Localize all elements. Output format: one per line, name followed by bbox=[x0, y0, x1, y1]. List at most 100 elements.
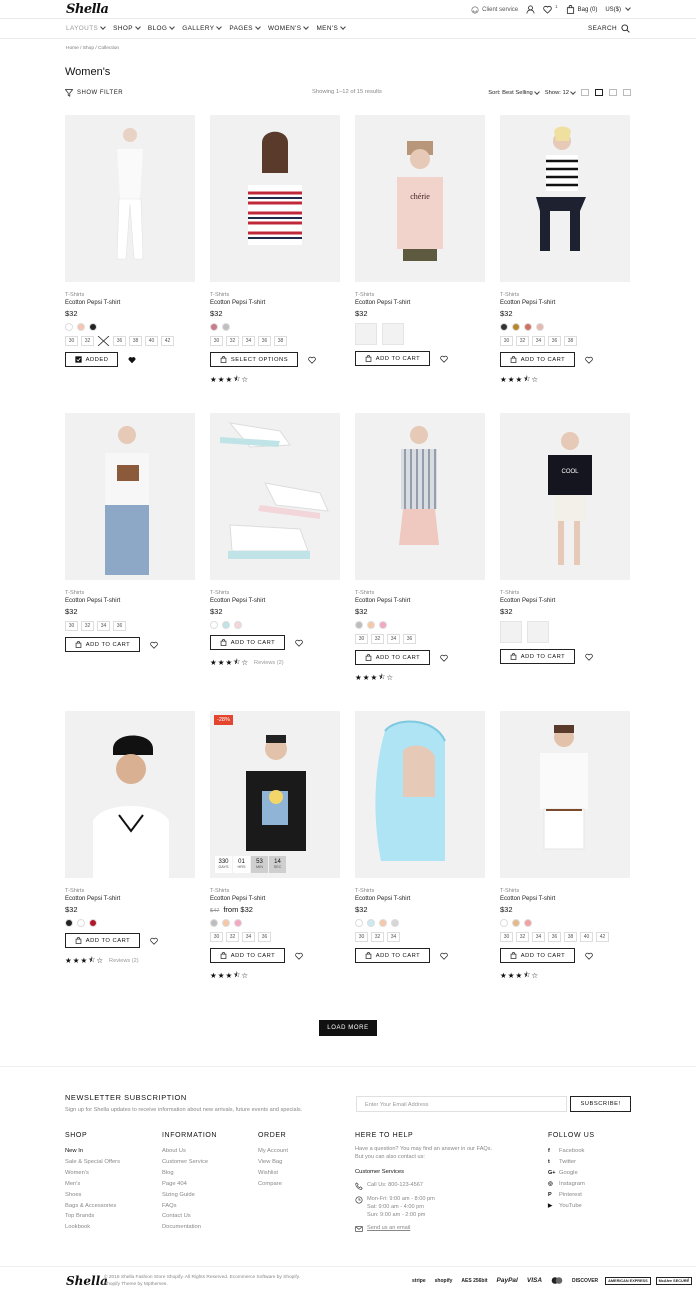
social-link-facebook[interactable]: f Facebook bbox=[548, 1146, 595, 1157]
color-swatch[interactable] bbox=[367, 621, 375, 629]
product-name[interactable]: Ecotton Pepsi T-shirt bbox=[65, 300, 195, 306]
size-option[interactable]: 30 bbox=[210, 932, 223, 942]
product-image[interactable] bbox=[500, 711, 630, 878]
newsletter-email-input[interactable]: Enter Your Email Address bbox=[356, 1096, 567, 1112]
size-option[interactable]: 32 bbox=[371, 932, 384, 942]
color-swatch[interactable] bbox=[500, 323, 508, 331]
list-view-icon[interactable] bbox=[623, 89, 631, 96]
color-swatch[interactable] bbox=[367, 919, 375, 927]
size-option[interactable]: 34 bbox=[97, 621, 110, 631]
color-swatch[interactable] bbox=[65, 919, 73, 927]
color-swatch[interactable] bbox=[210, 621, 218, 629]
product-name[interactable]: Ecotton Pepsi T-shirt bbox=[65, 896, 195, 902]
size-option[interactable]: 40 bbox=[580, 932, 593, 942]
nav-item-pages[interactable]: PAGES bbox=[229, 24, 261, 32]
footer-info-link[interactable]: Documentation bbox=[162, 1222, 217, 1233]
product-name[interactable]: Ecotton Pepsi T-shirt bbox=[355, 300, 485, 306]
wishlist-heart-icon[interactable] bbox=[585, 653, 593, 661]
reviews-link[interactable]: Reviews (2) bbox=[254, 660, 284, 666]
product-image[interactable] bbox=[355, 711, 485, 878]
product-name[interactable]: Ecotton Pepsi T-shirt bbox=[210, 598, 340, 604]
social-link-google[interactable]: G+ Google bbox=[548, 1168, 595, 1179]
product-category[interactable]: T-Shirts bbox=[65, 292, 195, 298]
social-link-twitter[interactable]: t Twitter bbox=[548, 1157, 595, 1168]
color-swatch[interactable] bbox=[379, 621, 387, 629]
wishlist-heart-icon[interactable] bbox=[150, 937, 158, 945]
call-us-row[interactable]: Call Us: 800-123-4567 bbox=[355, 1182, 535, 1190]
size-option[interactable]: 42 bbox=[161, 336, 174, 346]
size-option[interactable]: 36 bbox=[113, 621, 126, 631]
add-to-cart-button[interactable]: ADD TO CART bbox=[65, 933, 140, 948]
size-option[interactable]: 30 bbox=[355, 634, 368, 644]
size-option[interactable]: 34 bbox=[387, 932, 400, 942]
color-swatch[interactable] bbox=[210, 919, 218, 927]
add-to-cart-button[interactable]: ADD TO CART bbox=[210, 948, 285, 963]
size-option[interactable]: 40 bbox=[145, 336, 158, 346]
footer-info-link[interactable]: About Us bbox=[162, 1146, 217, 1157]
color-swatch[interactable] bbox=[77, 323, 85, 331]
product-name[interactable]: Ecotton Pepsi T-shirt bbox=[210, 300, 340, 306]
size-option[interactable]: 32 bbox=[81, 336, 94, 346]
product-image[interactable] bbox=[355, 413, 485, 580]
added-to-cart-button[interactable]: ADDED bbox=[65, 352, 118, 367]
color-swatch[interactable] bbox=[222, 621, 230, 629]
color-swatch[interactable] bbox=[391, 919, 399, 927]
product-category[interactable]: T-Shirts bbox=[210, 590, 340, 596]
product-thumbnail[interactable] bbox=[355, 323, 377, 345]
product-name[interactable]: Ecotton Pepsi T-shirt bbox=[355, 896, 485, 902]
product-category[interactable]: T-Shirts bbox=[355, 292, 485, 298]
footer-info-link[interactable]: FAQs bbox=[162, 1201, 217, 1212]
wishlist-heart-icon[interactable] bbox=[440, 952, 448, 960]
grid-3-view-icon[interactable] bbox=[595, 89, 603, 96]
product-thumbnail[interactable] bbox=[527, 621, 549, 643]
color-swatch[interactable] bbox=[89, 323, 97, 331]
product-category[interactable]: T-Shirts bbox=[500, 292, 630, 298]
product-category[interactable]: T-Shirts bbox=[355, 888, 485, 894]
wishlist-heart-icon[interactable] bbox=[295, 639, 303, 647]
bag-link[interactable]: Bag (0) bbox=[566, 5, 597, 14]
add-to-cart-button[interactable]: ADD TO CART bbox=[355, 948, 430, 963]
nav-item-womens[interactable]: WOMEN'S bbox=[268, 24, 310, 32]
size-option[interactable]: 34 bbox=[387, 634, 400, 644]
footer-shop-link[interactable]: Women's bbox=[65, 1168, 120, 1179]
size-option[interactable]: 30 bbox=[65, 621, 78, 631]
footer-order-link[interactable]: View Bag bbox=[258, 1157, 288, 1168]
add-to-cart-button[interactable]: ADD TO CART bbox=[500, 352, 575, 367]
product-image[interactable] bbox=[65, 711, 195, 878]
select-options-button[interactable]: SELECT OPTIONS bbox=[210, 352, 298, 367]
product-category[interactable]: T-Shirts bbox=[500, 590, 630, 596]
wishlist-heart-icon[interactable] bbox=[585, 952, 593, 960]
product-name[interactable]: Ecotton Pepsi T-shirt bbox=[500, 300, 630, 306]
footer-info-link[interactable]: Page 404 bbox=[162, 1179, 217, 1190]
product-category[interactable]: T-Shirts bbox=[210, 292, 340, 298]
footer-order-link[interactable]: Wishlist bbox=[258, 1168, 288, 1179]
size-option[interactable]: 32 bbox=[516, 932, 529, 942]
product-category[interactable]: T-Shirts bbox=[355, 590, 485, 596]
footer-shop-link[interactable]: New In bbox=[65, 1146, 120, 1157]
product-category[interactable]: T-Shirts bbox=[210, 888, 340, 894]
footer-shop-link[interactable]: Lookbook bbox=[65, 1222, 120, 1233]
size-option[interactable]: 36 bbox=[258, 932, 271, 942]
footer-order-link[interactable]: Compare bbox=[258, 1179, 288, 1190]
footer-shop-link[interactable]: Men's bbox=[65, 1179, 120, 1190]
product-image[interactable] bbox=[65, 413, 195, 580]
breadcrumb[interactable]: Home / Shop / Collection bbox=[66, 46, 119, 51]
back-to-top-icon[interactable]: ↑ bbox=[687, 1276, 691, 1283]
size-option[interactable]: 38 bbox=[564, 336, 577, 346]
product-image[interactable] bbox=[210, 115, 340, 282]
size-option[interactable]: 30 bbox=[210, 336, 223, 346]
show-filter-button[interactable]: SHOW FILTER bbox=[65, 89, 123, 97]
wishlist-heart-icon[interactable] bbox=[440, 355, 448, 363]
size-option[interactable]: 36 bbox=[548, 336, 561, 346]
size-option[interactable]: 36 bbox=[548, 932, 561, 942]
size-option[interactable]: 32 bbox=[371, 634, 384, 644]
footer-shop-link[interactable]: Sale & Special Offers bbox=[65, 1157, 120, 1168]
size-option[interactable]: 36 bbox=[113, 336, 126, 346]
wishlist-heart-icon[interactable] bbox=[150, 641, 158, 649]
product-image[interactable]: chérie bbox=[355, 115, 485, 282]
wishlist-heart-icon[interactable] bbox=[295, 952, 303, 960]
footer-info-link[interactable]: Blog bbox=[162, 1168, 217, 1179]
reviews-link[interactable]: Reviews (2) bbox=[109, 958, 139, 964]
color-swatch[interactable] bbox=[222, 919, 230, 927]
product-image[interactable] bbox=[65, 115, 195, 282]
